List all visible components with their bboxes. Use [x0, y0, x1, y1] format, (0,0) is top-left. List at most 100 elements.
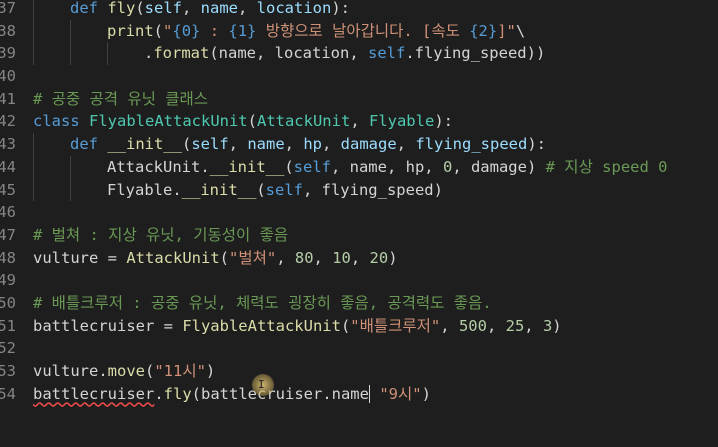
- code-text[interactable]: Flyable.__init__(self, flying_speed): [107, 179, 443, 202]
- code-token: :: [200, 21, 229, 40]
- code-token: (: [144, 362, 155, 380]
- code-token: \: [515, 21, 526, 40]
- code-line[interactable]: 38 print("{0} : {1} 방향으로 날아갑니다. [속도 {2}]"…: [0, 19, 718, 43]
- line-number: 54: [0, 384, 16, 403]
- indent-guide: [33, 0, 34, 20]
- code-token: "배틀크루저": [350, 316, 441, 335]
- line-number: 45: [0, 180, 16, 199]
- code-token: ):: [331, 0, 350, 17]
- code-token: AttackUnit: [256, 112, 351, 131]
- code-line[interactable]: 39 .format(name, location, self.flying_sp…: [0, 42, 718, 66]
- code-token: AttackUnit.: [107, 157, 210, 176]
- code-token: ): [552, 316, 562, 335]
- code-token: # 공중 공격 유닛 클래스: [33, 89, 208, 108]
- line-number: 43: [0, 135, 16, 154]
- code-token: (: [340, 316, 351, 335]
- line-number: 40: [0, 67, 16, 86]
- code-token: ,: [276, 248, 295, 267]
- code-line[interactable]: 47 # 벌쳐 : 지상 유닛, 기동성이 좋음: [0, 224, 718, 247]
- code-token: __init__: [209, 157, 285, 176]
- code-line[interactable]: 51 battlecruiser = FlyableAttackUnit("배틀크…: [0, 315, 718, 338]
- indent-guide: [33, 19, 34, 43]
- code-token: battlecruiser: [33, 384, 155, 403]
- code-text[interactable]: # 공중 공격 유닛 클래스: [33, 88, 208, 111]
- code-token: (: [219, 248, 229, 267]
- code-text[interactable]: # 배틀크루저 : 공중 유닛, 체력도 굉장히 좋음, 공격력도 좋음.: [33, 292, 492, 315]
- code-token: name: [200, 0, 238, 17]
- code-token: print: [107, 21, 154, 40]
- ibeam-cursor-icon: I: [258, 378, 265, 391]
- code-line[interactable]: 43 def __init__(self, name, hp, damage, f…: [0, 133, 718, 156]
- code-line[interactable]: 49: [0, 269, 718, 292]
- code-line[interactable]: 54 battlecruiser.fly(battlecruiser.name "…: [0, 383, 718, 406]
- code-token: ,: [322, 135, 341, 154]
- code-token: self: [293, 157, 331, 176]
- code-token: .: [154, 384, 164, 403]
- code-text[interactable]: vulture.move("11시"): [33, 360, 215, 383]
- line-number: 47: [0, 225, 16, 244]
- code-token: 25: [505, 316, 525, 335]
- line-number: 48: [0, 248, 16, 267]
- code-token: self: [367, 44, 406, 63]
- code-line[interactable]: 42 class FlyableAttackUnit(AttackUnit, Fl…: [0, 110, 718, 133]
- code-token: __init__: [107, 135, 182, 154]
- code-token: 0: [442, 157, 453, 176]
- indent-guide: [70, 155, 71, 179]
- code-token: ,: [182, 0, 201, 17]
- code-line[interactable]: 41 # 공중 공격 유닛 클래스: [0, 88, 718, 111]
- line-number: 42: [0, 112, 16, 131]
- code-text[interactable]: class FlyableAttackUnit(AttackUnit, Flya…: [33, 110, 453, 133]
- code-token: class: [33, 112, 89, 131]
- code-token: fly: [163, 384, 192, 403]
- code-line[interactable]: 52: [0, 337, 718, 360]
- code-text[interactable]: vulture = AttackUnit("벌쳐", 80, 10, 20): [33, 247, 398, 270]
- code-token: def: [70, 0, 108, 17]
- code-token: (battlecruiser.name: [191, 384, 369, 403]
- code-token: name: [247, 135, 285, 154]
- code-token: , damage): [452, 157, 546, 176]
- code-token: 80: [294, 248, 314, 267]
- code-text[interactable]: print("{0} : {1} 방향으로 날아갑니다. [속도 {2}]"\: [107, 20, 525, 43]
- line-number: 49: [0, 271, 16, 290]
- code-token: (: [181, 135, 192, 154]
- line-number: 50: [0, 293, 16, 312]
- code-token: ):: [527, 135, 546, 154]
- code-text[interactable]: battlecruiser.fly(battlecruiser.name "9시…: [33, 383, 431, 406]
- code-line[interactable]: 50 # 배틀크루저 : 공중 유닛, 체력도 굉장히 좋음, 공격력도 좋음.: [0, 292, 718, 315]
- code-token: .: [144, 44, 154, 63]
- code-line[interactable]: 53 vulture.move("11시"): [0, 360, 718, 383]
- line-number: 38: [0, 21, 16, 40]
- line-number: 44: [0, 157, 16, 176]
- code-token: 500: [458, 316, 487, 335]
- code-line[interactable]: 45 Flyable.__init__(self, flying_speed): [0, 178, 718, 202]
- code-token: "벌쳐": [229, 248, 277, 267]
- code-text[interactable]: # 벌쳐 : 지상 유닛, 기동성이 좋음: [33, 224, 288, 247]
- code-token: ,: [238, 0, 257, 17]
- code-token: "11시": [154, 362, 206, 380]
- code-line[interactable]: 46: [0, 201, 718, 224]
- code-token: # 벌쳐 : 지상 유닛, 기동성이 좋음: [33, 225, 289, 244]
- indent-guide: [107, 42, 108, 66]
- code-line[interactable]: 44 AttackUnit.__init__(self, name, hp, 0,…: [0, 155, 718, 179]
- code-token: ): [388, 248, 398, 267]
- code-line[interactable]: 48 vulture = AttackUnit("벌쳐", 80, 10, 20): [0, 247, 718, 270]
- line-number: 51: [0, 316, 16, 335]
- code-text[interactable]: .format(name, location, self.flying_spee…: [144, 42, 545, 65]
- code-editor[interactable]: 37 def fly(self, name, location): 38 print(…: [0, 0, 718, 405]
- code-token: ,: [284, 135, 304, 154]
- code-text[interactable]: def fly(self, name, location):: [70, 0, 350, 20]
- code-text[interactable]: AttackUnit.__init__(self, name, hp, 0, d…: [107, 156, 667, 179]
- code-token: "9시": [379, 384, 422, 403]
- code-text[interactable]: battlecruiser = FlyableAttackUnit("배틀크루저…: [33, 315, 562, 338]
- code-line[interactable]: 40: [0, 65, 718, 88]
- code-text[interactable]: def __init__(self, name, hp, damage, fly…: [70, 133, 546, 156]
- code-token: ]": [497, 21, 516, 40]
- code-token: # 지상 speed 0: [545, 157, 668, 176]
- code-token: 10: [332, 248, 351, 267]
- code-token: move: [107, 362, 145, 380]
- code-token: Flyable.: [107, 180, 182, 199]
- code-token: ,: [396, 135, 416, 154]
- code-line[interactable]: 37 def fly(self, name, location):: [0, 0, 718, 20]
- code-token: FlyableAttackUnit: [182, 316, 341, 335]
- code-token: ,: [313, 248, 333, 267]
